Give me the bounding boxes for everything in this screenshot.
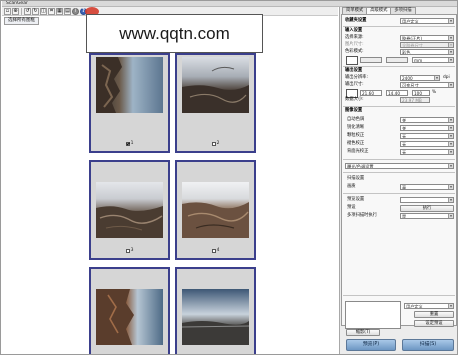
output-size-select[interactable]: 可变尺寸 bbox=[400, 82, 454, 88]
frame-number: 1 bbox=[130, 141, 134, 146]
rotate-right-icon[interactable]: ↻ bbox=[32, 7, 39, 15]
quality-select[interactable]: 高 bbox=[400, 184, 454, 190]
film-frame-6[interactable]: 6 bbox=[175, 267, 256, 354]
fading-select[interactable]: 无 bbox=[400, 141, 454, 147]
set-default-button[interactable]: 设定预设 bbox=[414, 320, 454, 327]
auto-crop-icon[interactable]: ◫ bbox=[40, 7, 47, 15]
frame-photo bbox=[96, 57, 163, 113]
image-settings-title: 图像设置 bbox=[345, 108, 363, 113]
output-resolution-select[interactable]: 2400 bbox=[400, 75, 440, 81]
divider bbox=[343, 26, 455, 27]
output-percent-field[interactable]: 100 bbox=[412, 90, 430, 96]
data-size-value: 23.97 MB bbox=[400, 97, 430, 103]
input-height-field[interactable] bbox=[386, 57, 408, 63]
select-all-frames-button[interactable]: 选择所有图框 bbox=[4, 17, 39, 25]
output-height-field[interactable]: 14.40 bbox=[386, 90, 408, 96]
source-select[interactable]: 胶卷(正片) bbox=[400, 35, 454, 41]
film-frame-4[interactable]: 4 bbox=[175, 160, 256, 260]
resolution-unit: dpi bbox=[443, 75, 450, 80]
settings-preview-thumbnail bbox=[345, 301, 401, 329]
defaults-execute-button[interactable]: 执行 bbox=[400, 205, 454, 212]
frame-photo bbox=[182, 57, 249, 113]
divider bbox=[343, 106, 455, 107]
advanced-panel: 收藏夹设置 用户定义 输入设置 选择来源: 胶卷(正片) 图片尺寸: 全胶卷尺寸… bbox=[341, 14, 457, 329]
thumbnail-button[interactable]: 缩影(T) bbox=[346, 329, 380, 336]
divider bbox=[343, 66, 455, 67]
crop-icon[interactable]: ⌗ bbox=[48, 7, 55, 15]
reset-button[interactable]: 重置 bbox=[414, 311, 454, 318]
settings-sidebar: 简单模式 高级模式 多项扫描 收藏夹设置 用户定义 输入设置 选择来源: 胶卷(… bbox=[339, 7, 457, 354]
frame-photo bbox=[182, 182, 249, 238]
frame-photo bbox=[96, 289, 163, 345]
divider bbox=[343, 193, 455, 194]
multi-scan-exec-select[interactable]: 是 bbox=[400, 213, 454, 219]
film-frame-1[interactable]: 1 bbox=[89, 53, 170, 153]
paper-size-select[interactable]: 全胶卷尺寸 bbox=[400, 42, 454, 48]
output-width-field[interactable]: 21.60 bbox=[360, 90, 382, 96]
frame-checkbox-row: 3 bbox=[91, 248, 168, 253]
tab-multi-scan[interactable]: 多项扫描 bbox=[390, 7, 416, 14]
frame-checkbox[interactable] bbox=[211, 248, 216, 253]
percent-unit: % bbox=[432, 90, 437, 95]
frame-number: 2 bbox=[216, 141, 220, 146]
frame-checkbox-row: 1 bbox=[91, 141, 168, 146]
grid-icon[interactable]: ▤ bbox=[64, 7, 71, 15]
watermark: www.qqtn.com bbox=[86, 14, 263, 53]
frame-checkbox[interactable] bbox=[125, 141, 130, 146]
toolbar-divider bbox=[21, 7, 22, 15]
divider bbox=[343, 295, 455, 296]
page-icon[interactable]: ▫ bbox=[4, 7, 11, 15]
info-icon[interactable]: i bbox=[72, 7, 79, 15]
frame-number: 4 bbox=[216, 248, 220, 253]
frame-photo bbox=[96, 182, 163, 238]
input-frame-icon bbox=[346, 56, 358, 65]
output-settings-title: 输出设置 bbox=[345, 68, 363, 73]
scangear-window: ScanGear ▫ ⊕ ↺ ↻ ◫ ⌗ ▦ ▤ i ? 选择所有图框 www.… bbox=[0, 0, 458, 355]
auto-tone-select[interactable]: 关 bbox=[400, 117, 454, 123]
preview-settings-select[interactable] bbox=[400, 197, 454, 203]
tab-simple-mode[interactable]: 简单模式 bbox=[342, 7, 368, 14]
sharpen-select[interactable]: 关 bbox=[400, 125, 454, 131]
frame-photo bbox=[182, 289, 249, 345]
input-width-field[interactable] bbox=[360, 57, 382, 63]
scan-button[interactable]: 扫描(S) bbox=[402, 339, 454, 351]
preview-button[interactable]: 预览(P) bbox=[346, 339, 396, 351]
zoom-icon[interactable]: ⊕ bbox=[12, 7, 19, 15]
unit-select[interactable]: mm bbox=[412, 57, 454, 63]
film-frame-2[interactable]: 2 bbox=[175, 53, 256, 153]
favorite-select[interactable]: 用户定义 bbox=[400, 18, 454, 24]
frame-checkbox[interactable] bbox=[211, 141, 216, 146]
grain-select[interactable]: 无 bbox=[400, 133, 454, 139]
data-size-label: 数据大小: bbox=[345, 97, 364, 102]
divider bbox=[343, 172, 455, 173]
exposure-tone-expander[interactable]: 曝光/色调设置 bbox=[345, 163, 454, 169]
preview-area: 1 2 3 4 bbox=[2, 26, 338, 354]
film-frame-5[interactable]: 5 bbox=[89, 267, 170, 354]
input-settings-title: 输入设置 bbox=[345, 28, 363, 33]
mode-tabs: 简单模式 高级模式 多项扫描 bbox=[342, 7, 416, 15]
scan-settings-label: 扫描设置 bbox=[347, 176, 365, 181]
backlight-select[interactable]: 无 bbox=[400, 149, 454, 155]
color-mode-select[interactable]: 彩色 bbox=[400, 49, 454, 55]
frame-checkbox-row: 4 bbox=[177, 248, 254, 253]
frame-number: 3 bbox=[130, 248, 134, 253]
rotate-left-icon[interactable]: ↺ bbox=[24, 7, 31, 15]
divider bbox=[343, 159, 455, 160]
frame-checkbox[interactable] bbox=[125, 248, 130, 253]
thumbnail-icon[interactable]: ▦ bbox=[56, 7, 63, 15]
profile-select[interactable]: 用户定义 bbox=[404, 303, 454, 309]
film-frame-3[interactable]: 3 bbox=[89, 160, 170, 260]
frame-checkbox-row: 2 bbox=[177, 141, 254, 146]
